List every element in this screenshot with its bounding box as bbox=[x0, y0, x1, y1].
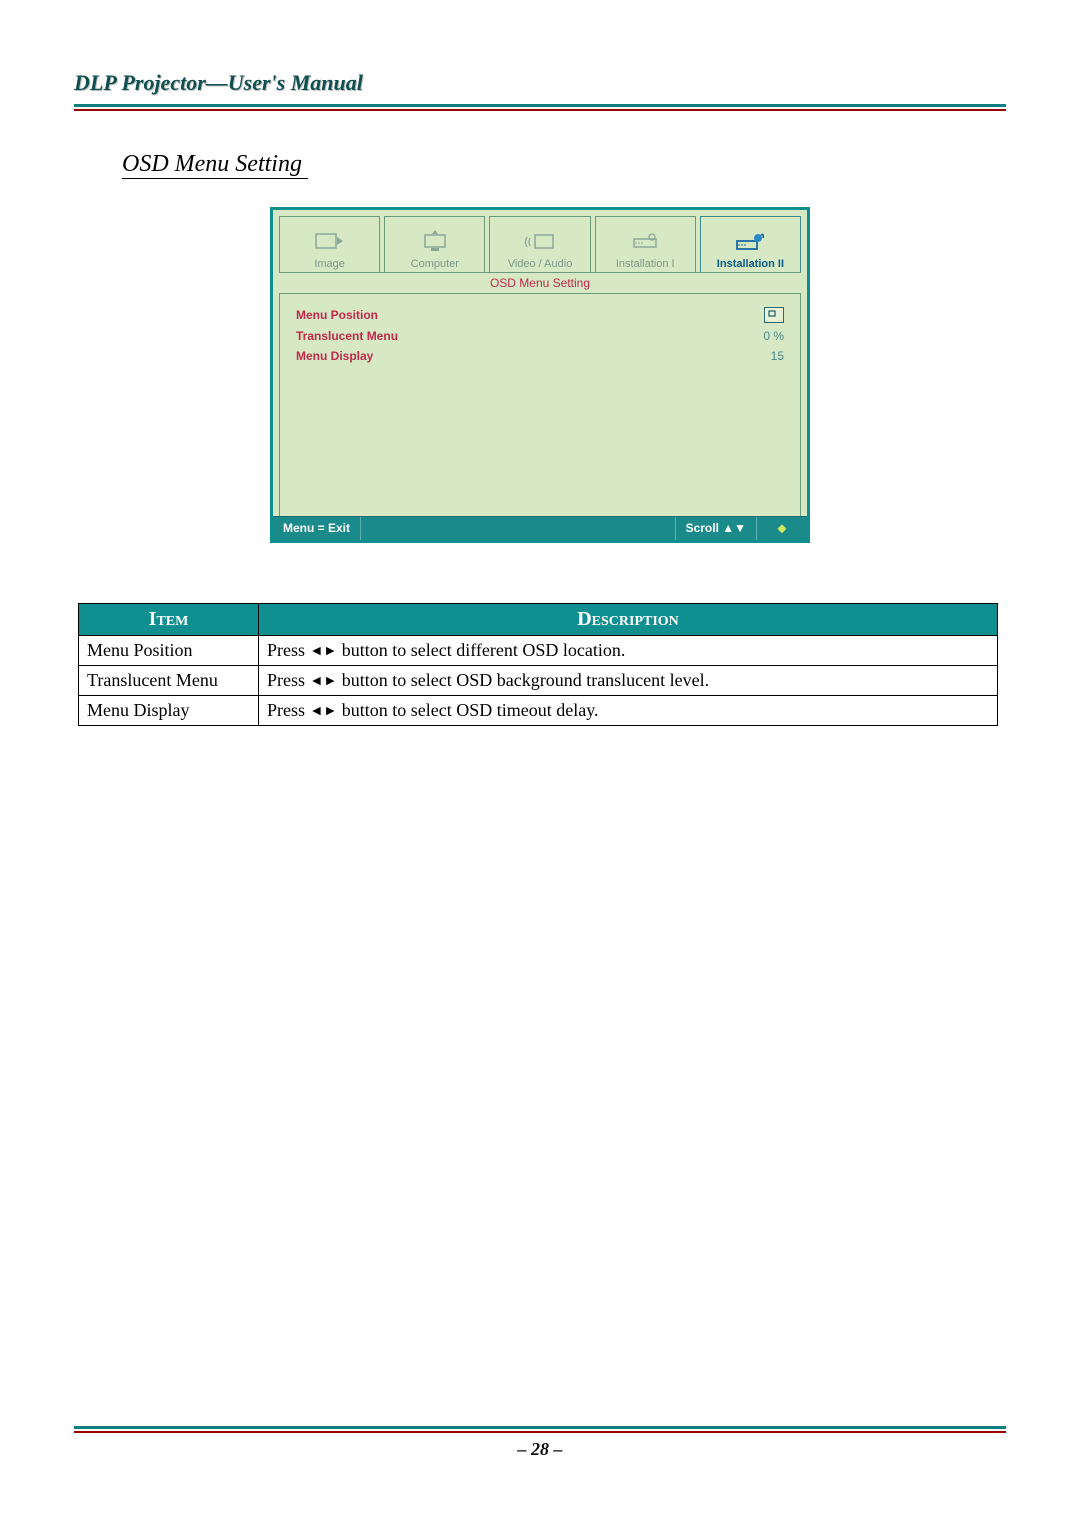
computer-icon bbox=[418, 229, 452, 255]
osd-row-value: 15 bbox=[771, 349, 784, 363]
video-audio-icon bbox=[523, 229, 557, 255]
osd-tab-bar: Image Computer Video / Audio Installatio… bbox=[273, 210, 807, 272]
th-item: Item bbox=[79, 604, 259, 636]
header-rule-teal bbox=[74, 104, 1006, 107]
table-row: Translucent Menu Press ◄► button to sele… bbox=[79, 666, 998, 696]
osd-subtitle: OSD Menu Setting bbox=[279, 272, 801, 294]
osd-row-value: 0 % bbox=[763, 329, 784, 343]
page-number: – 28 – bbox=[74, 1439, 1006, 1460]
osd-row-label: Translucent Menu bbox=[296, 329, 398, 343]
osd-footer-spacer bbox=[361, 517, 676, 540]
osd-tab-computer: Computer bbox=[384, 216, 485, 272]
left-right-arrows-icon: ◄► bbox=[310, 674, 338, 689]
left-right-arrows-icon: ◄► bbox=[310, 704, 338, 719]
page-footer: – 28 – bbox=[74, 1426, 1006, 1460]
osd-tab-video-audio: Video / Audio bbox=[489, 216, 590, 272]
cell-description: Press ◄► button to select OSD timeout de… bbox=[259, 696, 998, 726]
footer-rule-teal bbox=[74, 1426, 1006, 1429]
footer-rule-red bbox=[74, 1431, 1006, 1433]
osd-footer-right: Scroll ▲▼ bbox=[676, 517, 757, 540]
osd-tab-label: Video / Audio bbox=[508, 258, 573, 270]
installation2-icon bbox=[733, 229, 767, 255]
table-row: Menu Display Press ◄► button to select O… bbox=[79, 696, 998, 726]
osd-screenshot: Image Computer Video / Audio Installatio… bbox=[270, 207, 810, 543]
osd-tab-label: Computer bbox=[411, 258, 459, 270]
image-icon bbox=[313, 229, 347, 255]
header-title: DLP Projector—User's Manual bbox=[74, 70, 1006, 102]
osd-tab-label: Installation II bbox=[717, 258, 784, 270]
table-row: Menu Position Press ◄► button to select … bbox=[79, 636, 998, 666]
description-table: Item Description Menu Position Press ◄► … bbox=[78, 603, 998, 726]
osd-tab-installation-1: Installation I bbox=[595, 216, 696, 272]
menu-position-icon bbox=[764, 307, 784, 323]
osd-tab-image: Image bbox=[279, 216, 380, 272]
installation1-icon bbox=[628, 229, 662, 255]
osd-tab-installation-2: Installation II bbox=[700, 216, 801, 272]
osd-tab-label: Image bbox=[314, 258, 345, 270]
osd-row-menu-display: Menu Display 15 bbox=[296, 346, 784, 366]
osd-footer-left: Menu = Exit bbox=[273, 517, 361, 540]
section-title: OSD Menu Setting bbox=[122, 151, 308, 179]
th-description: Description bbox=[259, 604, 998, 636]
osd-row-label: Menu Display bbox=[296, 349, 373, 363]
left-right-arrows-icon: ◄► bbox=[310, 644, 338, 659]
osd-footer-hint: ⬥ bbox=[757, 517, 807, 540]
osd-footer: Menu = Exit Scroll ▲▼ ⬥ bbox=[273, 516, 807, 540]
osd-row-menu-position: Menu Position bbox=[296, 304, 784, 326]
osd-tab-label: Installation I bbox=[616, 258, 675, 270]
cell-description: Press ◄► button to select different OSD … bbox=[259, 636, 998, 666]
cell-description: Press ◄► button to select OSD background… bbox=[259, 666, 998, 696]
header-rule-red bbox=[74, 109, 1006, 111]
osd-body: Menu Position Translucent Menu 0 % Menu … bbox=[279, 294, 801, 516]
page-header: DLP Projector—User's Manual bbox=[74, 70, 1006, 111]
cell-item: Menu Position bbox=[79, 636, 259, 666]
osd-row-translucent-menu: Translucent Menu 0 % bbox=[296, 326, 784, 346]
cell-item: Menu Display bbox=[79, 696, 259, 726]
cell-item: Translucent Menu bbox=[79, 666, 259, 696]
osd-row-label: Menu Position bbox=[296, 308, 378, 322]
